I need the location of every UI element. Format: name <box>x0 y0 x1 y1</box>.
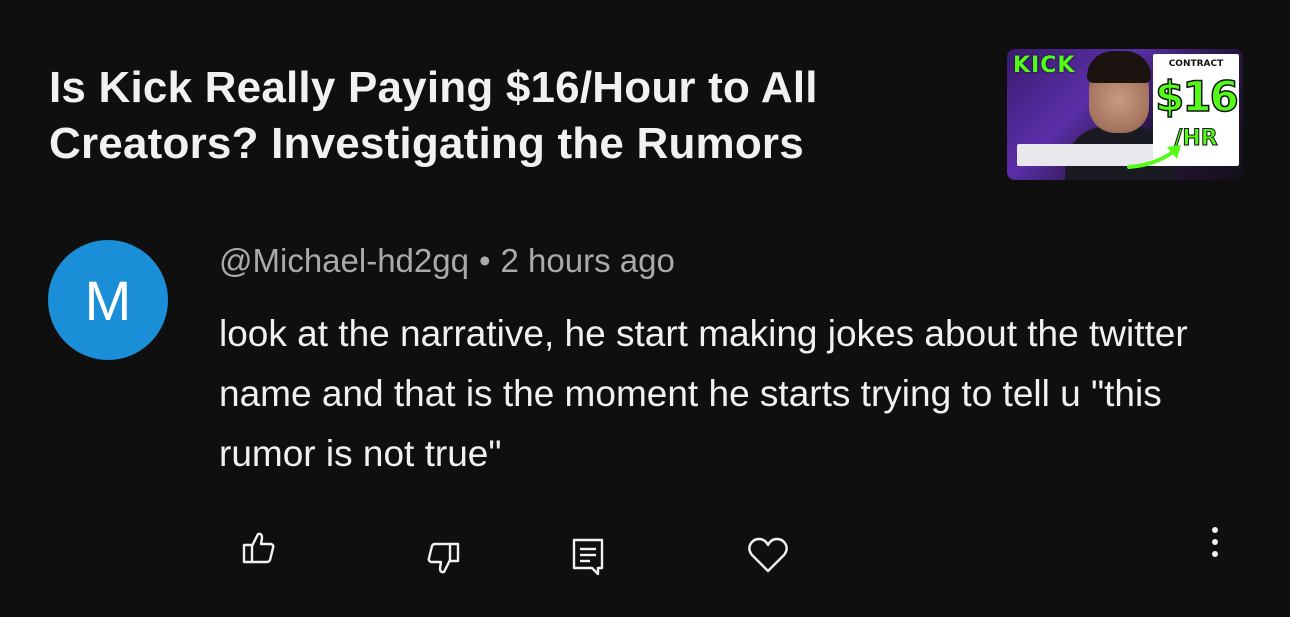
reply-button[interactable] <box>564 532 612 580</box>
comment-meta: @Michael-hd2gq • 2 hours ago <box>219 240 675 282</box>
meta-separator: • <box>478 242 491 279</box>
contract-price: $16 <box>1154 71 1239 122</box>
video-title[interactable]: Is Kick Really Paying $16/Hour to All Cr… <box>49 60 949 172</box>
more-options-button[interactable] <box>1191 518 1239 566</box>
arrow-icon <box>1127 145 1181 169</box>
heart-icon <box>748 537 788 573</box>
heart-button[interactable] <box>744 531 792 579</box>
avatar[interactable]: M <box>48 240 168 360</box>
comment-time: 2 hours ago <box>500 242 675 279</box>
video-thumbnail[interactable]: KICK CONTRACT $16 /HR <box>1007 49 1243 180</box>
dislike-button[interactable] <box>419 534 467 582</box>
like-button[interactable] <box>235 524 283 572</box>
comment-text: look at the narrative, he start making j… <box>219 313 1188 474</box>
thumbs-down-icon <box>427 542 460 574</box>
thumbs-up-icon <box>242 532 275 564</box>
kick-logo: KICK <box>1013 53 1076 78</box>
contract-label: CONTRACT <box>1168 59 1224 69</box>
reply-icon <box>572 538 604 576</box>
more-vertical-icon <box>1212 527 1218 557</box>
comment-author[interactable]: @Michael-hd2gq <box>219 242 469 279</box>
